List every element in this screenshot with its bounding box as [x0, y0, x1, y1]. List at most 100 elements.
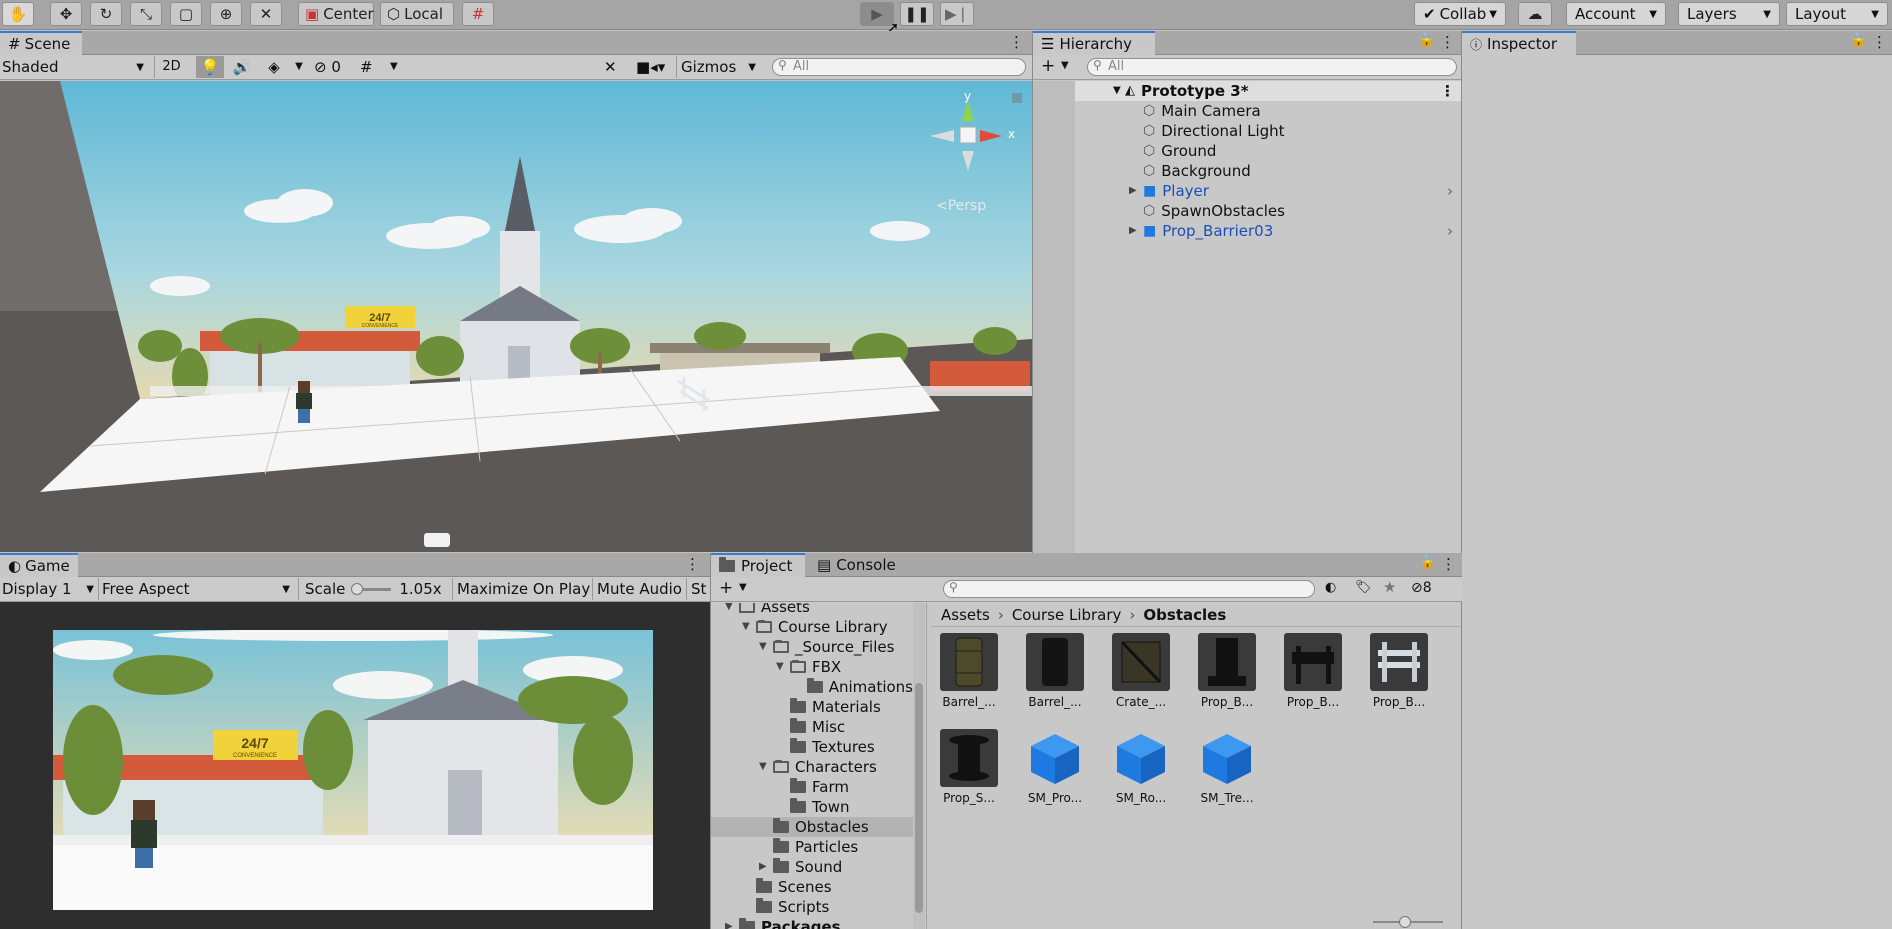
collab-dropdown[interactable]: ✔ Collab ▼: [1414, 2, 1506, 26]
2d-toggle-button[interactable]: 2D: [154, 56, 188, 78]
add-plus-icon[interactable]: +: [719, 578, 733, 598]
asset-item[interactable]: SM_Tre...: [1187, 729, 1267, 805]
search-by-type-icon[interactable]: ◐: [1325, 580, 1336, 595]
tab-inspector[interactable]: ⓘ Inspector: [1462, 31, 1576, 55]
project-search-input[interactable]: [943, 580, 1315, 598]
asset-item[interactable]: Prop_B...: [1187, 633, 1267, 709]
more-menu-icon[interactable]: ⋮: [1440, 81, 1455, 101]
hidden-packages-toggle[interactable]: ⊘8: [1411, 580, 1432, 596]
search-by-label-icon[interactable]: 🏷: [1355, 580, 1372, 595]
hierarchy-item[interactable]: ⬡ Ground: [1075, 141, 1461, 161]
chevron-down-icon[interactable]: ▼: [390, 56, 404, 78]
rotate-tool-icon[interactable]: ↻: [90, 2, 122, 26]
asset-item[interactable]: SM_Ro...: [1101, 729, 1181, 805]
asset-item[interactable]: Barrel_...: [1015, 633, 1095, 709]
custom-tool-icon[interactable]: ✕: [250, 2, 282, 26]
folder-tree-item[interactable]: Particles: [711, 837, 913, 857]
tab-console[interactable]: ▤ Console: [809, 553, 913, 577]
folder-tree-item[interactable]: Animations: [711, 677, 913, 697]
perspective-toggle[interactable]: <Persp: [936, 198, 986, 214]
add-plus-icon[interactable]: +: [1041, 56, 1055, 76]
folder-tree-item[interactable]: ▼ FBX: [711, 657, 913, 677]
gizmos-dropdown[interactable]: Gizmos ▼: [676, 56, 760, 78]
tab-project[interactable]: Project: [711, 553, 805, 577]
expand-arrow-icon[interactable]: ▶: [1129, 181, 1137, 201]
lock-icon[interactable]: 🔒: [1420, 555, 1436, 570]
chevron-down-icon[interactable]: ▼: [759, 637, 773, 657]
folder-tree-item[interactable]: Scenes: [711, 877, 913, 897]
favorites-star-icon[interactable]: ★: [1383, 578, 1396, 596]
scene-viewport[interactable]: 24/7 CONVENIENCE y x <Persp: [0, 81, 1032, 552]
slider-thumb[interactable]: [1399, 916, 1411, 928]
pivot-toggle-button[interactable]: ▣ Center: [298, 2, 374, 26]
hierarchy-item[interactable]: ⬡ Background: [1075, 161, 1461, 181]
more-menu-icon[interactable]: ⋮: [1009, 33, 1024, 51]
chevron-down-icon[interactable]: ▼: [725, 603, 739, 617]
folder-tree-item[interactable]: Town: [711, 797, 913, 817]
folder-tree-item[interactable]: ▼ Course Library: [711, 617, 913, 637]
asset-item[interactable]: Prop_B...: [1359, 633, 1439, 709]
more-menu-icon[interactable]: ⋮: [1440, 33, 1455, 51]
chevron-right-icon[interactable]: ▶: [759, 857, 773, 877]
space-toggle-button[interactable]: ⬡ Local: [380, 2, 454, 26]
account-dropdown[interactable]: Account ▼: [1566, 2, 1666, 26]
chevron-down-icon[interactable]: ▼: [759, 757, 773, 777]
tree-scrollbar-thumb[interactable]: [915, 683, 923, 913]
folder-tree-item[interactable]: Materials: [711, 697, 913, 717]
hierarchy-item[interactable]: ⬡ SpawnObstacles: [1075, 201, 1461, 221]
tab-scene[interactable]: # Scene: [0, 31, 82, 55]
thumbnail-size-slider[interactable]: [1373, 916, 1443, 928]
chevron-down-icon[interactable]: ▼: [1061, 60, 1069, 71]
asset-item[interactable]: SM_Pro...: [1015, 729, 1095, 805]
expand-arrow-icon[interactable]: ▶: [1129, 221, 1137, 241]
asset-item[interactable]: Prop_S...: [929, 729, 1009, 805]
folder-tree-item[interactable]: Farm: [711, 777, 913, 797]
rect-tool-icon[interactable]: ▢: [170, 2, 202, 26]
effects-toggle-icon[interactable]: ◈: [260, 56, 288, 78]
folder-tree-item[interactable]: ▼ _Source_Files: [711, 637, 913, 657]
asset-item[interactable]: Crate_...: [1101, 633, 1181, 709]
scene-search-input[interactable]: All: [772, 58, 1026, 76]
tree-scrollbar[interactable]: [913, 603, 925, 929]
folder-tree-item[interactable]: Obstacles: [711, 817, 913, 837]
stats-toggle[interactable]: St: [686, 578, 710, 600]
tools-icon[interactable]: ✕: [604, 56, 630, 78]
scale-thumb[interactable]: [351, 582, 364, 595]
shading-mode-dropdown[interactable]: Shaded ▼: [2, 58, 144, 76]
breadcrumb-item[interactable]: Course Library: [1012, 606, 1122, 624]
aspect-dropdown[interactable]: Free Aspect ▼: [98, 578, 294, 600]
breadcrumb-item-current[interactable]: Obstacles: [1143, 606, 1226, 624]
more-menu-icon[interactable]: ⋮: [1872, 33, 1887, 51]
pause-button[interactable]: ❚❚: [900, 2, 934, 26]
snap-grid-icon[interactable]: #: [462, 2, 494, 26]
chevron-down-icon[interactable]: ▼: [292, 56, 306, 78]
hand-tool-icon[interactable]: ✋: [2, 2, 34, 26]
scale-tool-icon[interactable]: ⤡: [130, 2, 162, 26]
asset-item[interactable]: Prop_B...: [1273, 633, 1353, 709]
mute-audio-toggle[interactable]: Mute Audio: [592, 578, 686, 600]
folder-tree-item[interactable]: ▼ Characters: [711, 757, 913, 777]
folder-tree-item[interactable]: ▶ Sound: [711, 857, 913, 877]
chevron-down-icon[interactable]: ▼: [742, 617, 756, 637]
hierarchy-item[interactable]: ▶ ■ Player ›: [1075, 181, 1461, 201]
maximize-on-play-toggle[interactable]: Maximize On Play: [452, 578, 594, 600]
hierarchy-item[interactable]: ▶ ■ Prop_Barrier03 ›: [1075, 221, 1461, 241]
asset-item[interactable]: Barrel_...: [929, 633, 1009, 709]
scale-slider[interactable]: Scale 1.05x: [298, 578, 452, 600]
folder-tree-item[interactable]: Textures: [711, 737, 913, 757]
more-menu-icon[interactable]: ⋮: [1441, 555, 1456, 573]
lock-icon[interactable]: 🔒: [1851, 33, 1867, 48]
display-dropdown[interactable]: Display 1 ▼: [2, 580, 94, 598]
transform-tool-icon[interactable]: ⊕: [210, 2, 242, 26]
lighting-toggle-icon[interactable]: 💡: [196, 56, 224, 78]
folder-tree-item[interactable]: Misc: [711, 717, 913, 737]
audio-toggle-icon[interactable]: 🔊: [228, 56, 256, 78]
breadcrumb-item[interactable]: Assets: [941, 606, 990, 624]
tab-game[interactable]: ◐ Game: [0, 553, 78, 577]
chevron-down-icon[interactable]: ▼: [739, 582, 747, 593]
folder-tree-item[interactable]: Scripts: [711, 897, 913, 917]
folder-tree-item[interactable]: ▼ Assets: [711, 603, 913, 617]
layers-dropdown[interactable]: Layers ▼: [1678, 2, 1780, 26]
open-prefab-chevron-icon[interactable]: ›: [1447, 181, 1453, 201]
grid-snap-icon[interactable]: #: [360, 56, 388, 78]
